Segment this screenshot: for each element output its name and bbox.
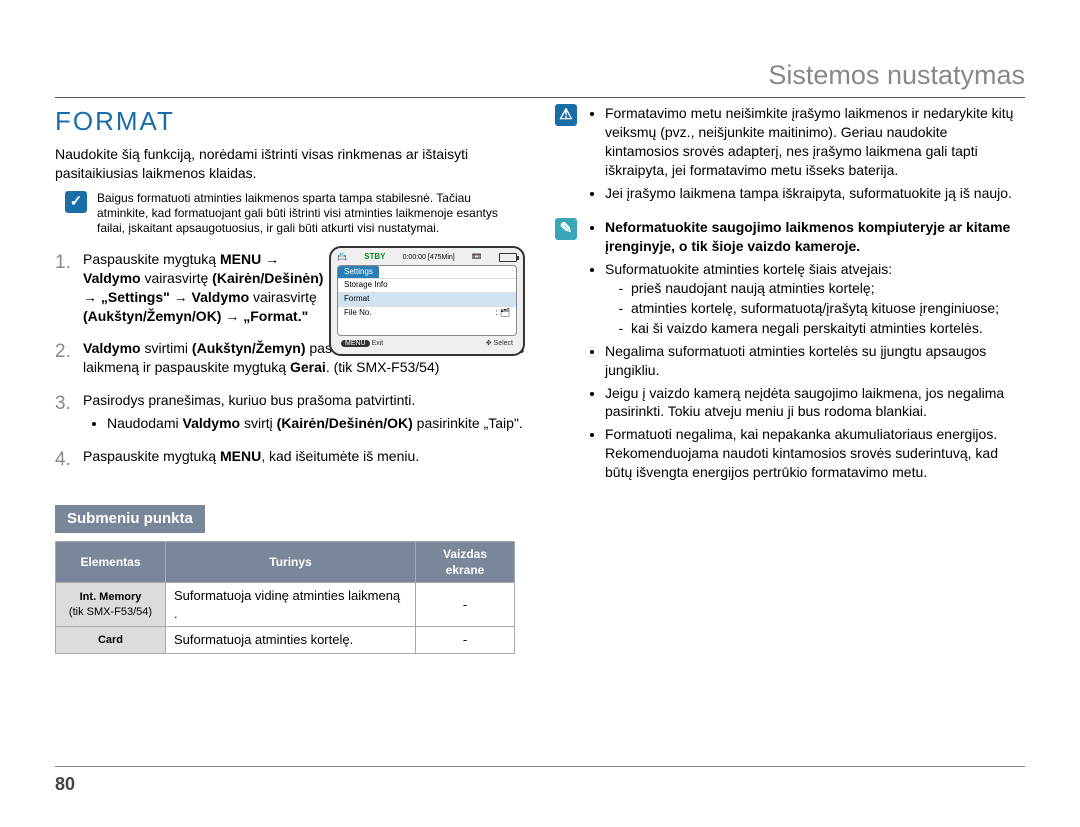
row-head: Int. Memory(tik SMX-F53/54) bbox=[56, 583, 166, 627]
info-item: Negalima suformatuoti atminties kortelės… bbox=[605, 342, 1025, 380]
note-box-1: ✓ Baigus formatuoti atminties laikmenos … bbox=[65, 191, 525, 236]
menu-pill: MENU bbox=[341, 340, 370, 347]
step-1-text: Paspauskite mygtuką MENU → Valdymo vaira… bbox=[83, 250, 333, 326]
row-content: Suformatuoja vidinę atminties laikmeną . bbox=[166, 583, 416, 627]
warn-item: Formatavimo metu neišimkite įrašymo laik… bbox=[605, 104, 1025, 180]
step-number: 4. bbox=[55, 447, 73, 473]
lcd-row: Storage Info bbox=[338, 278, 516, 292]
row-content: Suformatuoja atminties kortelę. bbox=[166, 627, 416, 654]
lcd-row: File No.: 🗂 bbox=[338, 306, 516, 320]
section-header: Sistemos nustatymas bbox=[55, 60, 1025, 91]
step-4-text: Paspauskite mygtuką MENU, kad išeitumėte… bbox=[83, 447, 525, 473]
info-subitem: prieš naudojant naują atminties kortelę; bbox=[631, 279, 1025, 298]
step-3-text: Pasirodys pranešimas, kuriuo bus prašoma… bbox=[83, 391, 525, 433]
th-display: Vaizdas ekrane bbox=[416, 541, 515, 582]
info-subitem: atminties kortelę, suformatuotą/įrašytą … bbox=[631, 299, 1025, 318]
note-text: Baigus formatuoti atminties laikmenos sp… bbox=[97, 191, 525, 236]
info-item: Jeigu į vaizdo kamerą neįdėta saugojimo … bbox=[605, 384, 1025, 422]
lcd-tab: Settings bbox=[338, 266, 379, 279]
info-lead: Neformatuokite saugojimo laikmenos kompi… bbox=[605, 218, 1025, 256]
check-icon: ✓ bbox=[65, 191, 87, 213]
warn-item: Jei įrašymo laikmena tampa iškraipyta, s… bbox=[605, 184, 1025, 203]
step-number: 3. bbox=[55, 391, 73, 433]
footer-rule bbox=[55, 766, 1025, 767]
pencil-icon: ✎ bbox=[555, 218, 577, 240]
step-number: 2. bbox=[55, 339, 73, 377]
info-item: Formatuoti negalima, kai nepakanka akumu… bbox=[605, 425, 1025, 482]
header-rule bbox=[55, 97, 1025, 98]
row-head: Card bbox=[56, 627, 166, 654]
warning-icon: ⚠ bbox=[555, 104, 577, 126]
row-display: - bbox=[416, 627, 515, 654]
lcd-stby: STBY bbox=[364, 252, 385, 263]
th-element: Elementas bbox=[56, 541, 166, 582]
lcd-row-selected: Format bbox=[338, 292, 516, 306]
th-content: Turinys bbox=[166, 541, 416, 582]
lcd-time: 0:00:00 [475Min] bbox=[403, 253, 455, 262]
warning-block: ⚠ Formatavimo metu neišimkite įrašymo la… bbox=[555, 104, 1025, 206]
right-column: ⚠ Formatavimo metu neišimkite įrašymo la… bbox=[555, 104, 1025, 654]
left-column: FORMAT Naudokite šią funkciją, norėdami … bbox=[55, 104, 525, 654]
info-subitem: kai ši vaizdo kamera negali perskaityti … bbox=[631, 319, 1025, 338]
page-title: FORMAT bbox=[55, 104, 525, 139]
lcd-preview: 📇 STBY 0:00:00 [475Min] 📼 Settings Stora… bbox=[329, 246, 525, 356]
subsection-tab: Submeniu punkta bbox=[55, 505, 205, 533]
row-display: - bbox=[416, 583, 515, 627]
submenu-table: Elementas Turinys Vaizdas ekrane Int. Me… bbox=[55, 541, 515, 654]
info-block: ✎ Neformatuokite saugojimo laikmenos kom… bbox=[555, 218, 1025, 486]
intro-text: Naudokite šią funkciją, norėdami ištrint… bbox=[55, 145, 525, 183]
info-item: Suformatuokite atminties kortelę šiais a… bbox=[605, 260, 1025, 338]
step-number: 1. bbox=[55, 250, 73, 326]
page-number: 80 bbox=[55, 774, 75, 795]
battery-icon bbox=[499, 253, 517, 262]
